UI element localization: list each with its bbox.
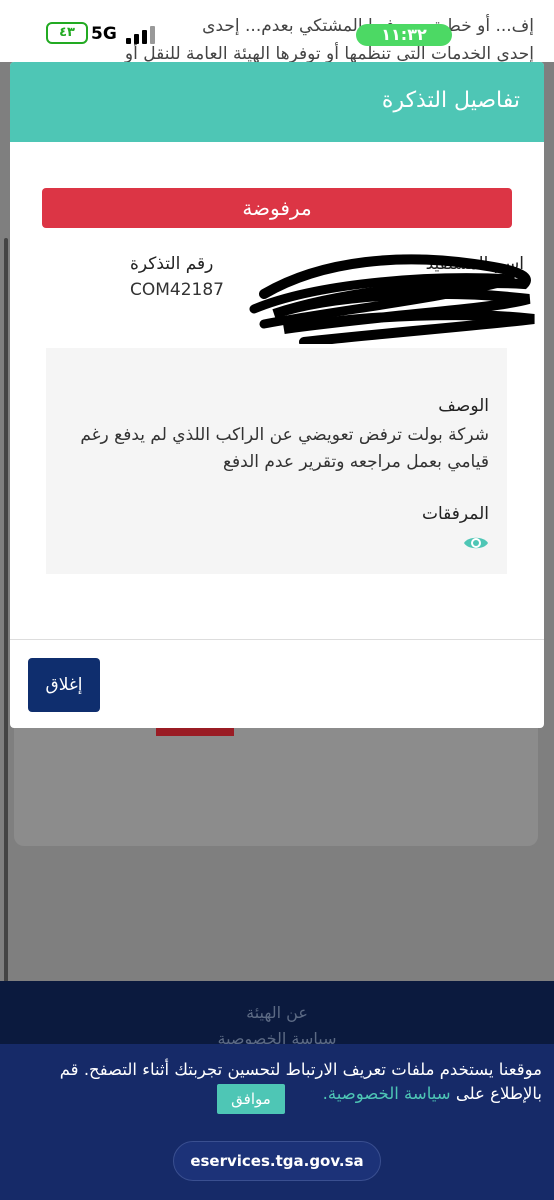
redaction-scribble (249, 254, 535, 344)
modal-title: تفاصيل التذكرة (381, 88, 520, 113)
network-type: 5G (91, 24, 117, 44)
status-bar: ١١:٣٢ 5G ٤٣ (0, 14, 554, 50)
browser-url-bar[interactable]: eservices.tga.gov.sa (173, 1141, 381, 1181)
ticket-number-label: رقم التذكرة (130, 254, 214, 274)
description-text: شركة بولت ترفض تعويضي عن الراكب اللذي لم… (80, 425, 489, 472)
eye-icon[interactable] (463, 534, 489, 552)
cookie-message: موقعنا يستخدم ملفات تعريف الارتباط لتحسي… (59, 1060, 542, 1103)
signal-icon (126, 26, 160, 44)
close-button[interactable]: إغلاق (28, 658, 100, 712)
battery-icon: ٤٣ (46, 22, 88, 44)
description-panel: الوصف شركة بولت ترفض تعويضي عن الراكب ال… (46, 348, 507, 574)
footer-about-link[interactable]: عن الهيئة (0, 1003, 554, 1022)
modal-footer-divider (10, 639, 544, 640)
attachments-label: المرفقات (421, 504, 489, 524)
cookie-privacy-link[interactable]: سياسة الخصوصية. (323, 1084, 451, 1103)
description-label: الوصف (438, 396, 489, 416)
status-time: ١١:٣٢ (356, 24, 452, 46)
modal-header: تفاصيل التذكرة (10, 62, 544, 142)
page-scrollbar[interactable] (4, 238, 8, 983)
ticket-details-modal: تفاصيل التذكرة مرفوضة رقم التذكرة COM421… (10, 62, 544, 728)
ticket-number-value: COM42187 (130, 280, 224, 300)
cookie-agree-button[interactable]: موافق (217, 1084, 285, 1114)
status-badge: مرفوضة (42, 188, 512, 228)
